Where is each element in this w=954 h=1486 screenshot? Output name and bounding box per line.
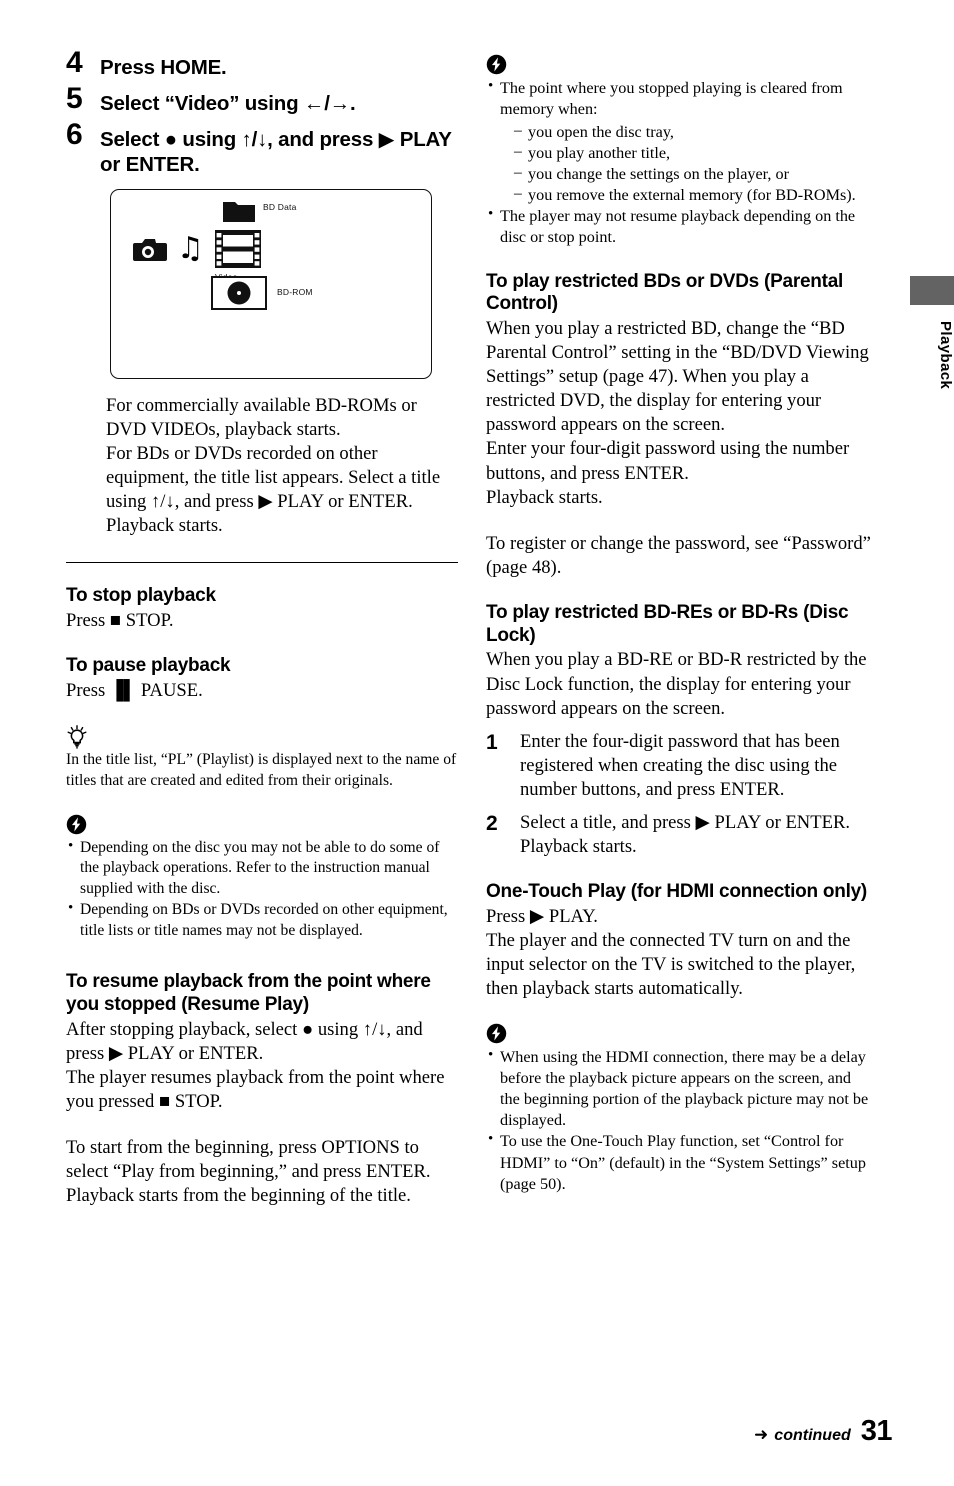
note-list: Depending on the disc you may not be abl… [66,837,458,942]
arrow-right-icon: ➜ [754,1425,769,1444]
tip-block: In the title list, “PL” (Playlist) is di… [66,725,458,791]
heading-to-stop-playback: To stop playback [66,585,216,607]
resume-body-3: To start from the beginning, press OPTIO… [66,1137,431,1207]
disc-lock-step-1: 1 Enter the four-digit password that has… [486,730,871,802]
note-lightning-icon [486,1023,507,1044]
home-menu-illustration: BD Data ♫ BD-ROM [110,189,432,379]
note-item: Depending on the disc you may not be abl… [66,837,458,900]
parental-body-1: When you play a restricted BD, change th… [486,318,869,436]
section-divider [66,562,458,564]
step-number: 2 [486,811,498,835]
pause-playback-body: Press ▐▌ PAUSE. [66,680,203,702]
step-text: Press HOME. [100,56,227,79]
thumb-tab-block [910,276,954,305]
thumb-tab-label: Playback [937,321,954,390]
intro-para-3: Playback starts. [106,515,223,537]
note-item: The player may not resume playback depen… [486,205,871,248]
note-item: When using the HDMI connection, there ma… [486,1046,871,1131]
intro-para-1: For commercially available BD-ROMs or DV… [106,395,417,441]
label-bd-rom: BD-ROM [277,287,313,297]
note-lead: The point where you stopped playing is c… [500,79,843,119]
note-item: Depending on BDs or DVDs recorded on oth… [66,899,458,941]
note-block-right-bottom: When using the HDMI connection, there ma… [486,1023,871,1194]
page-number: 31 [860,1415,893,1447]
step-number: 5 [66,82,83,115]
left-column: 4 Press HOME. 5 Select “Video” using ←/→… [66,46,458,1209]
step-text: Select “Video” using ←/→. [100,92,356,115]
disc-lock-step-2: 2 Select a title, and press ▶ PLAY or EN… [486,811,871,859]
step-text-wrap: Select a title, and press ▶ PLAY or ENTE… [520,811,850,859]
step-number: 4 [66,46,83,79]
step-text: Select ● using ↑/↓, and press ▶ PLAY or … [100,128,452,176]
folder-icon [223,202,255,222]
note-sub-item: you change the settings on the player, o… [514,163,871,185]
right-column: The point where you stopped playing is c… [486,54,871,1195]
heading-resume-play: To resume playback from the point where … [66,971,431,1016]
step-number: 1 [486,730,498,754]
step-4: 4 Press HOME. [66,46,458,80]
note-sub-item: you open the disc tray, [514,121,871,143]
resume-body-1: After stopping playback, select ● using … [66,1018,423,1065]
one-touch-body-2: The player and the connected TV turn on … [486,929,856,1000]
music-note-icon: ♫ [177,231,204,266]
note-list: The point where you stopped playing is c… [486,77,871,249]
disc-hole [237,291,241,295]
note-block-left: Depending on the disc you may not be abl… [66,814,458,942]
tip-text: In the title list, “PL” (Playlist) is di… [66,751,457,789]
disc-icon [211,276,267,310]
step-5: 5 Select “Video” using ←/→. [66,82,458,116]
note-sub-list: you open the disc tray, you play another… [514,121,871,206]
resume-body-2: The player resumes playback from the poi… [66,1067,445,1113]
section-thumb-tab: Playback [910,276,954,389]
continued-label: continued [774,1427,851,1444]
manual-page: 4 Press HOME. 5 Select “Video” using ←/→… [0,0,954,1486]
intro-para-2: For BDs or DVDs recorded on other equipm… [106,443,441,513]
note-list: When using the HDMI connection, there ma… [486,1046,871,1194]
note-lightning-icon [486,54,507,75]
step-text: Enter the four-digit password that has b… [520,730,840,800]
note-item: The point where you stopped playing is c… [486,77,871,206]
step-text: Select a title, and press ▶ PLAY or ENTE… [520,811,850,833]
page-footer: ➜ continued 31 [754,1415,892,1448]
one-touch-body-1: Press ▶ PLAY. [486,905,598,927]
step-text-extra: Playback starts. [520,836,637,858]
stop-playback-body: Press ■ STOP. [66,610,174,632]
parental-body-2: Enter your four-digit password using the… [486,438,850,484]
intro-text: For commercially available BD-ROMs or DV… [106,394,458,538]
heading-to-pause-playback: To pause playback [66,655,231,677]
disc-lock-body: When you play a BD-RE or BD-R restricted… [486,649,867,719]
step-number: 6 [66,118,83,151]
heading-disc-lock: To play restricted BD-REs or BD-Rs (Disc… [486,601,849,646]
film-strip-icon [215,230,261,268]
note-item: To use the One-Touch Play function, set … [486,1130,871,1194]
heading-one-touch-play: One-Touch Play (for HDMI connection only… [486,881,868,903]
step-6: 6 Select ● using ↑/↓, and press ▶ PLAY o… [66,118,458,177]
note-sub-item: you play another title, [514,142,871,164]
parental-body-3: Playback starts. [486,486,603,508]
lightbulb-tip-icon [67,725,87,749]
note-block-right-top: The point where you stopped playing is c… [486,54,871,249]
note-lightning-icon [66,814,87,834]
heading-parental-control: To play restricted BDs or DVDs (Parental… [486,270,844,315]
camera-icon [133,239,167,261]
note-sub-item: you remove the external memory (for BD-R… [514,184,871,206]
password-note: To register or change the password, see … [486,532,871,578]
label-bd-data: BD Data [263,202,297,212]
